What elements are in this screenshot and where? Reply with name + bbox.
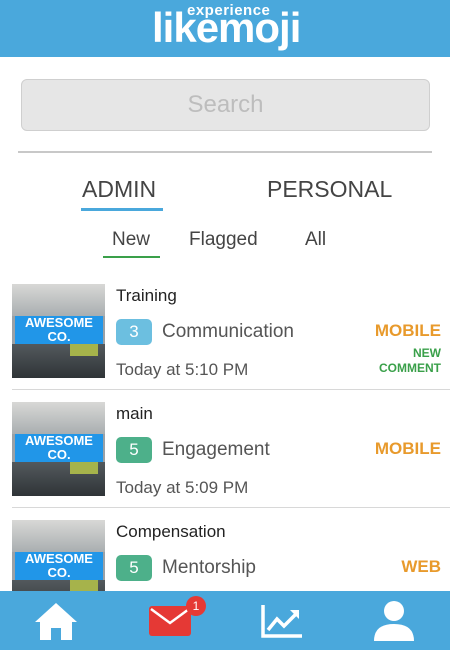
feed-item-title: main [116,404,153,423]
app-header: experience likemoji [0,0,450,57]
thumbnail-logo-text: AWESOME CO. [15,434,103,462]
bottom-nav-bar [0,591,450,650]
active-filter-indicator [103,256,160,258]
logo-wordmark: likemoji [152,4,301,51]
feed-item-title: Training [116,286,177,305]
notification-count-badge: 1 [186,596,206,616]
filter-tab-new[interactable]: New [112,229,150,251]
nav-profile[interactable] [358,591,430,650]
feed-item[interactable]: AWESOME CO. main 5 Engagement Today at 5… [0,390,450,508]
feed-item-category: Engagement [162,439,270,460]
home-icon [35,602,77,640]
platform-label: MOBILE [374,439,441,458]
active-tab-indicator [81,208,163,211]
nav-home[interactable] [20,591,92,650]
mail-icon [149,605,191,636]
count-badge: 5 [116,437,152,463]
feed-item[interactable]: AWESOME CO. Training 3 Communication Tod… [0,272,450,390]
thumbnail-logo-text: AWESOME CO. [15,316,103,344]
feed-item-time: Today at 5:09 PM [116,478,249,497]
feed-item-time: Today at 5:10 PM [116,360,249,379]
office-thumbnail: AWESOME CO. [12,284,105,378]
platform-label: WEB [401,557,441,576]
search-input[interactable]: Search [21,79,430,131]
status-label: NEW COMMENT [379,346,441,375]
likemoji-logo: experience likemoji [0,0,450,57]
filter-tab-flagged[interactable]: Flagged [189,229,258,251]
thumbnail-logo-text: AWESOME CO. [15,552,103,580]
count-badge: 3 [116,319,152,345]
nav-analytics[interactable] [246,591,318,650]
feed-item-category: Communication [162,321,294,342]
profile-icon [374,600,414,641]
feed-item-title: Compensation [116,522,226,541]
feed-item-category: Mentorship [162,557,256,578]
divider [18,151,432,153]
tab-personal[interactable]: PERSONAL [267,176,392,203]
count-badge: 5 [116,555,152,581]
platform-label: MOBILE [374,321,441,340]
search-placeholder: Search [187,91,264,118]
tab-admin[interactable]: ADMIN [82,176,156,203]
office-thumbnail: AWESOME CO. [12,402,105,496]
filter-tab-all[interactable]: All [305,229,326,251]
chart-icon [261,604,302,638]
